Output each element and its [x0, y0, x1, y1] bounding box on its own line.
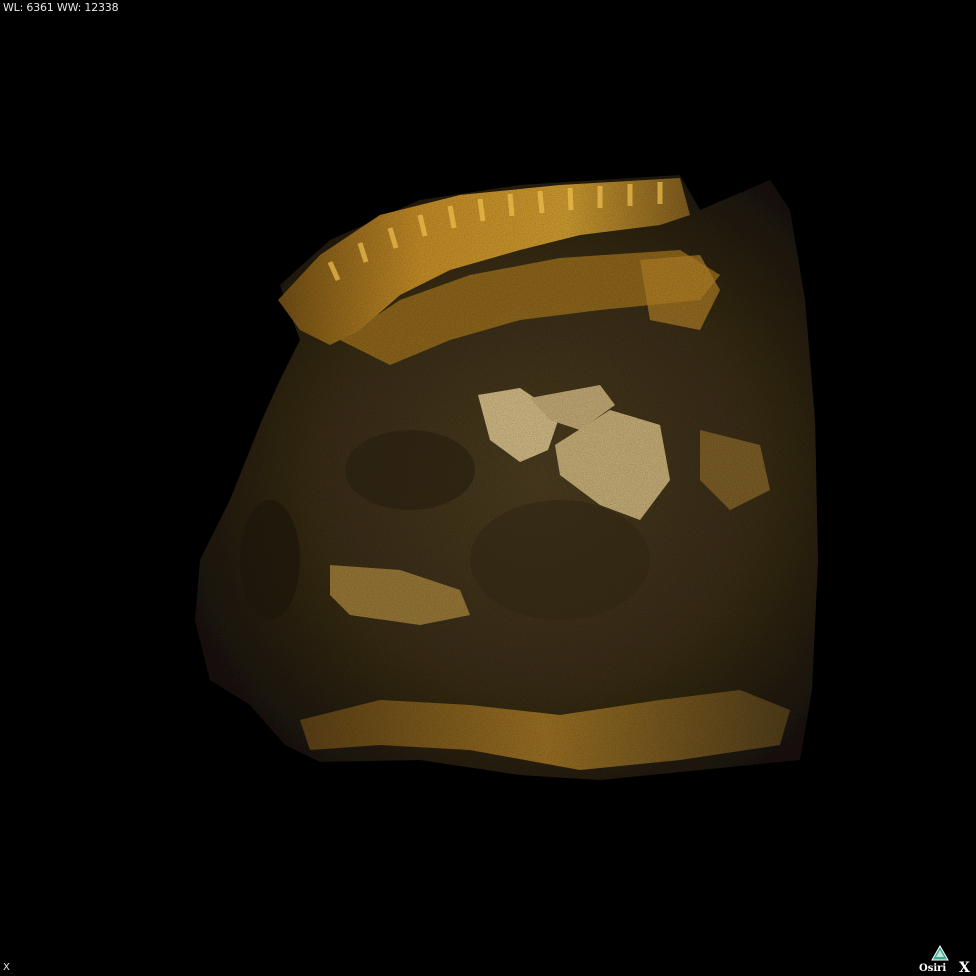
osirix-logo: Osiri X: [919, 944, 970, 974]
volume-render-viewport[interactable]: WL: 6361 WW: 12338 X Osiri X: [0, 0, 976, 976]
dark-cavity-c: [240, 500, 300, 620]
window-level-readout: WL: 6361 WW: 12338: [3, 1, 119, 14]
orientation-label: X: [3, 962, 10, 973]
svg-text:Osiri: Osiri: [919, 963, 946, 974]
dark-cavity-a: [345, 430, 475, 510]
volume-rendering-image[interactable]: [0, 0, 976, 976]
dark-cavity-b: [470, 500, 650, 620]
svg-text:X: X: [959, 960, 970, 974]
